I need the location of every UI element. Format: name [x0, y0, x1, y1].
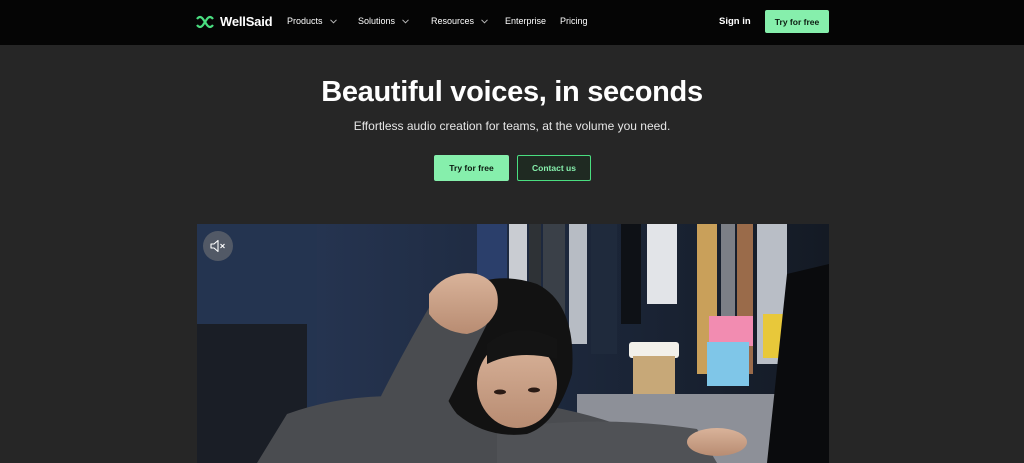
chevron-down-icon	[481, 18, 488, 24]
top-navigation: WellSaid Products Solutions Resources En…	[0, 0, 1024, 45]
contact-us-button[interactable]: Contact us	[517, 155, 591, 181]
nav-item-solutions[interactable]: Solutions	[358, 16, 409, 26]
chevron-down-icon	[402, 18, 409, 24]
try-for-free-button[interactable]: Try for free	[434, 155, 509, 181]
hero-video[interactable]	[197, 224, 829, 463]
nav-item-pricing[interactable]: Pricing	[560, 16, 588, 26]
sign-in-link[interactable]: Sign in	[719, 16, 751, 27]
nav-item-label: Solutions	[358, 16, 396, 26]
nav-item-resources[interactable]: Resources	[431, 16, 488, 26]
nav-item-label: Resources	[431, 16, 475, 26]
nav-item-products[interactable]: Products	[287, 16, 337, 26]
nav-try-for-free-button[interactable]: Try for free	[765, 10, 829, 33]
logo-text: WellSaid	[220, 14, 273, 29]
nav-item-label: Products	[287, 16, 323, 26]
wellsaid-logo-icon	[196, 15, 214, 28]
nav-item-enterprise[interactable]: Enterprise	[505, 16, 546, 26]
video-scene-illustration	[197, 224, 829, 463]
mute-toggle-button[interactable]	[203, 231, 233, 261]
speaker-muted-icon	[210, 239, 225, 253]
nav-item-label: Pricing	[560, 16, 588, 26]
hero-subtitle: Effortless audio creation for teams, at …	[353, 119, 671, 133]
logo[interactable]: WellSaid	[195, 14, 273, 29]
hero-title: Beautiful voices, in seconds	[321, 76, 703, 108]
chevron-down-icon	[329, 18, 337, 24]
nav-item-label: Enterprise	[505, 16, 547, 26]
